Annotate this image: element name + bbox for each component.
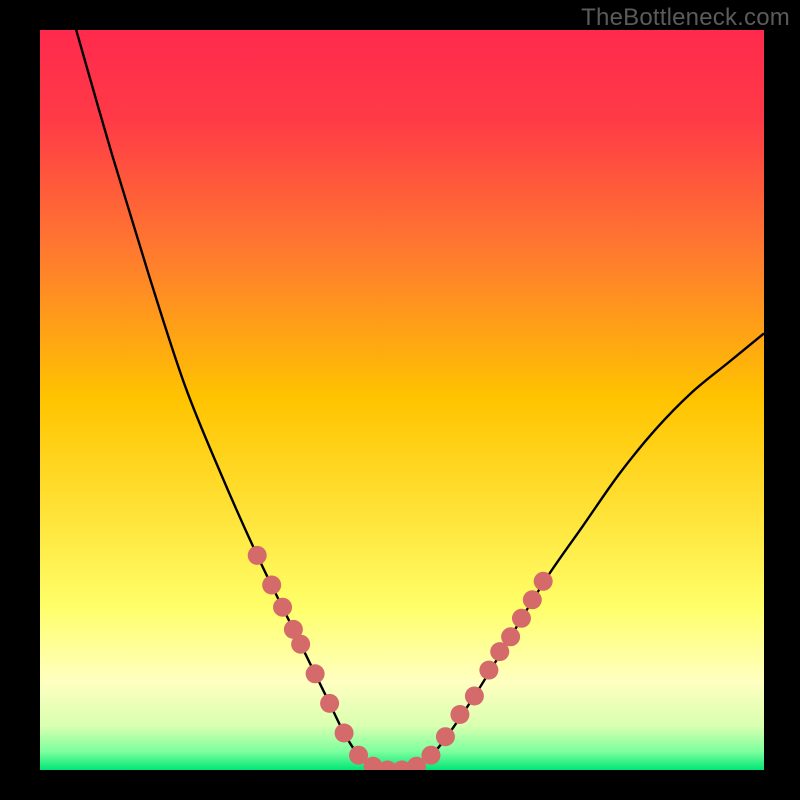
data-marker: [273, 598, 292, 617]
data-marker: [534, 572, 553, 591]
data-marker: [523, 590, 542, 609]
data-marker: [512, 609, 531, 628]
data-marker: [262, 576, 281, 595]
data-marker: [450, 705, 469, 724]
data-marker: [479, 661, 498, 680]
data-marker: [421, 746, 440, 765]
data-marker: [248, 546, 267, 565]
data-marker: [306, 664, 325, 683]
data-marker: [335, 724, 354, 743]
data-marker: [291, 635, 310, 654]
data-marker: [320, 694, 339, 713]
data-marker: [465, 687, 484, 706]
watermark-text: TheBottleneck.com: [581, 4, 790, 32]
chart-container: TheBottleneck.com: [0, 0, 800, 800]
bottleneck-chart: [0, 0, 800, 800]
data-marker: [436, 727, 455, 746]
plot-background: [40, 30, 764, 770]
data-marker: [501, 627, 520, 646]
